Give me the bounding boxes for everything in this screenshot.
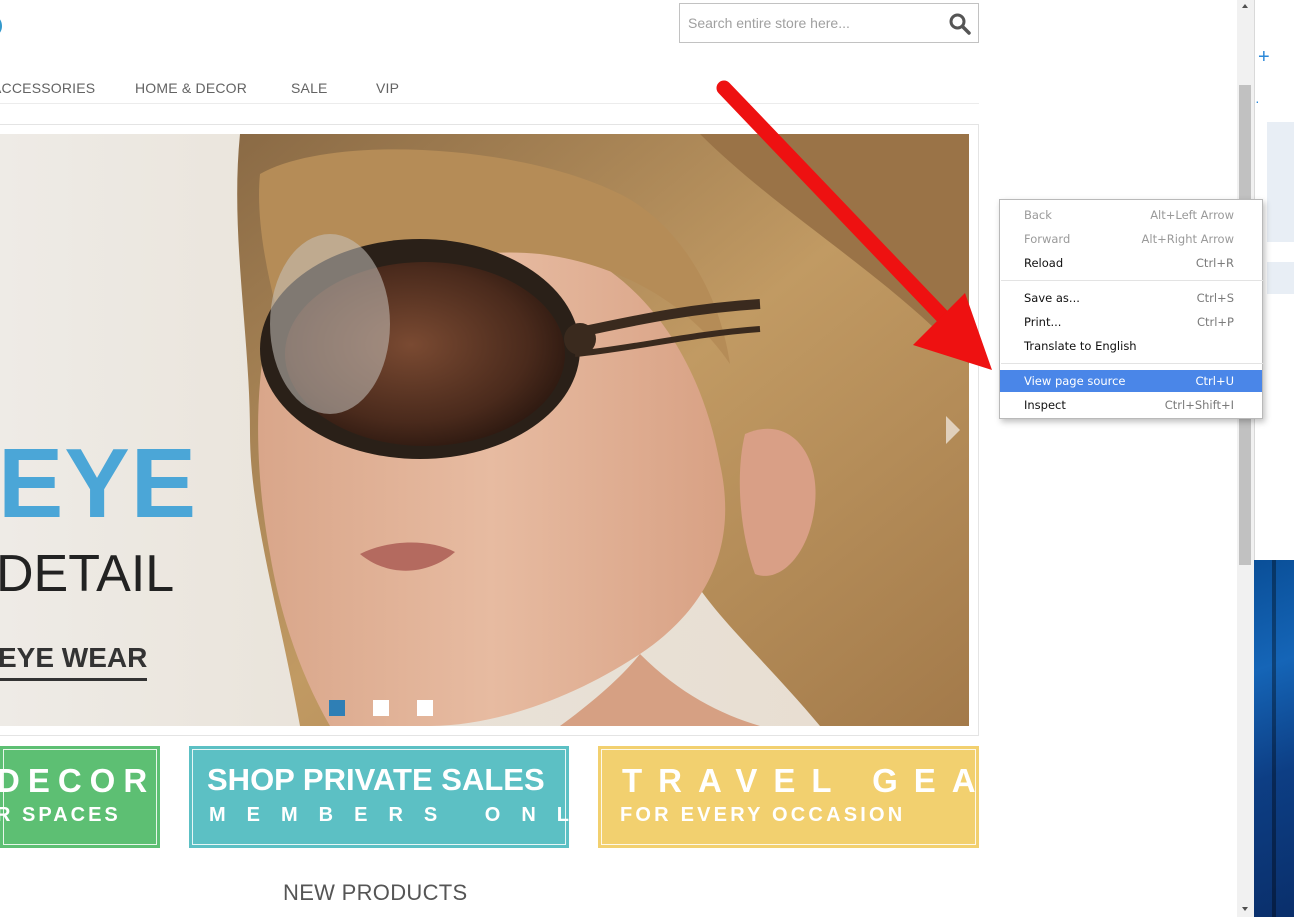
dot-icon: · xyxy=(1255,93,1260,109)
promo-travel-gear[interactable]: TRAVEL GEAR FOR EVERY OCCASION xyxy=(598,746,979,848)
slider-dot-3[interactable] xyxy=(417,700,433,716)
hero-headline: EYE xyxy=(0,428,198,538)
menu-item-label: View page source xyxy=(1024,374,1126,388)
background-panel xyxy=(1267,122,1294,242)
menu-item-inspect[interactable]: Inspect Ctrl+Shift+I xyxy=(1000,394,1262,416)
context-menu: Back Alt+Left Arrow Forward Alt+Right Ar… xyxy=(999,199,1263,419)
promo-decor[interactable]: DECOR R SPACES xyxy=(0,746,160,848)
nav-item-accessories[interactable]: ACCESSORIES xyxy=(0,80,95,96)
new-products-heading: NEW PRODUCTS xyxy=(283,880,468,905)
promo-title: DECOR xyxy=(0,762,156,799)
search-icon[interactable] xyxy=(948,12,972,36)
menu-item-label: Translate to English xyxy=(1024,339,1137,353)
background-panel xyxy=(1267,262,1294,294)
menu-item-label: Forward xyxy=(1024,232,1071,246)
scroll-up-arrow-icon[interactable] xyxy=(1242,4,1248,8)
promo-title: TRAVEL GEAR xyxy=(622,762,979,799)
page-scrollbar[interactable] xyxy=(1237,0,1254,917)
promo-title: SHOP PRIVATE SALES xyxy=(207,762,545,797)
promo-subtitle: R SPACES xyxy=(0,804,121,826)
menu-item-label: Save as... xyxy=(1024,291,1080,305)
menu-item-forward[interactable]: Forward Alt+Right Arrow xyxy=(1000,228,1262,250)
menu-item-shortcut: Ctrl+R xyxy=(1195,256,1234,270)
plus-icon: + xyxy=(1258,46,1270,68)
menu-item-shortcut: Ctrl+P xyxy=(1196,315,1234,329)
scroll-down-arrow-icon[interactable] xyxy=(1242,907,1248,911)
menu-item-print[interactable]: Print... Ctrl+P xyxy=(1000,311,1262,333)
menu-item-label: Inspect xyxy=(1024,398,1066,412)
menu-item-label: Reload xyxy=(1024,256,1064,270)
main-nav: ACCESSORIES HOME & DECOR SALE VIP xyxy=(0,72,979,104)
promo-subtitle: FOR EVERY OCCASION xyxy=(620,804,906,826)
nav-item-vip[interactable]: VIP xyxy=(376,80,399,96)
desktop-wallpaper xyxy=(1254,560,1294,917)
hero-subheadline: DETAIL xyxy=(0,545,175,603)
hero-link-eye-wear[interactable]: EYE WEAR xyxy=(0,644,148,681)
slider-dot-2[interactable] xyxy=(373,700,389,716)
hero-slider[interactable]: EYE DETAIL EYE WEAR xyxy=(0,134,969,726)
menu-item-shortcut: Ctrl+U xyxy=(1195,374,1234,388)
window-edge xyxy=(1272,560,1276,917)
menu-item-shortcut: Alt+Left Arrow xyxy=(1150,208,1234,222)
site-logo[interactable] xyxy=(0,0,74,50)
menu-item-shortcut: Ctrl+Shift+I xyxy=(1164,398,1234,412)
nav-item-sale[interactable]: SALE xyxy=(291,80,328,96)
menu-item-reload[interactable]: Reload Ctrl+R xyxy=(1000,252,1262,274)
logo-ring xyxy=(0,14,2,38)
menu-item-shortcut: Ctrl+S xyxy=(1196,291,1234,305)
menu-item-save-as[interactable]: Save as... Ctrl+S xyxy=(1000,287,1262,309)
menu-item-back[interactable]: Back Alt+Left Arrow xyxy=(1000,204,1262,226)
promo-subtitle: MEMBERS ONLY xyxy=(209,804,569,826)
menu-item-label: Back xyxy=(1024,208,1052,222)
search-input[interactable] xyxy=(680,4,940,42)
menu-item-shortcut: Alt+Right Arrow xyxy=(1141,232,1234,246)
search-box xyxy=(679,3,979,43)
nav-item-home-decor[interactable]: HOME & DECOR xyxy=(135,80,247,96)
menu-item-label: Print... xyxy=(1024,315,1062,329)
menu-item-view-page-source[interactable]: View page source Ctrl+U xyxy=(1000,370,1262,392)
promo-private-sales[interactable]: SHOP PRIVATE SALES MEMBERS ONLY xyxy=(189,746,569,848)
menu-separator xyxy=(1001,280,1263,281)
slider-dot-1[interactable] xyxy=(329,700,345,716)
menu-item-translate[interactable]: Translate to English xyxy=(1000,335,1262,357)
menu-separator xyxy=(1001,363,1263,364)
